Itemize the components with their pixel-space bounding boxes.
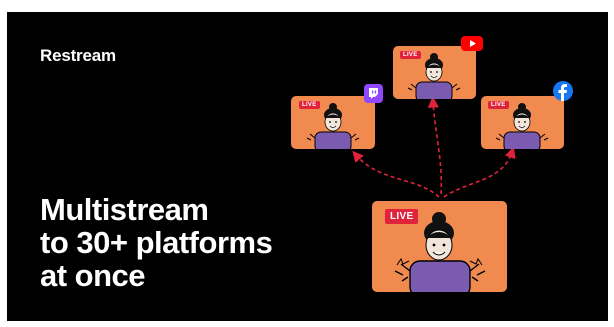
- arrow-to-facebook: [443, 146, 516, 198]
- arrow-to-youtube: [427, 96, 443, 195]
- live-badge: LIVE: [488, 101, 509, 109]
- stream-card-twitch: LIVE: [291, 96, 375, 149]
- youtube-icon: [461, 36, 483, 51]
- live-badge: LIVE: [299, 101, 320, 109]
- stream-card-main: LIVE: [372, 201, 507, 292]
- headline-line-1: Multistream: [40, 192, 209, 227]
- brand-logo: Restream: [40, 46, 116, 65]
- arrow-to-twitch: [352, 150, 440, 198]
- live-badge: LIVE: [400, 51, 421, 59]
- stream-card-facebook: LIVE: [481, 96, 564, 149]
- facebook-icon: [553, 81, 573, 101]
- live-badge: LIVE: [385, 209, 419, 224]
- headline-line-2: to 30+ platforms: [40, 225, 273, 260]
- twitch-icon: [364, 84, 383, 103]
- headline-line-3: at once: [40, 258, 146, 293]
- stream-card-youtube: LIVE: [393, 46, 476, 99]
- headline: Multistream to 30+ platforms at once: [40, 192, 273, 293]
- promo-banner: Restream Multistream to 30+ platforms at…: [7, 12, 608, 321]
